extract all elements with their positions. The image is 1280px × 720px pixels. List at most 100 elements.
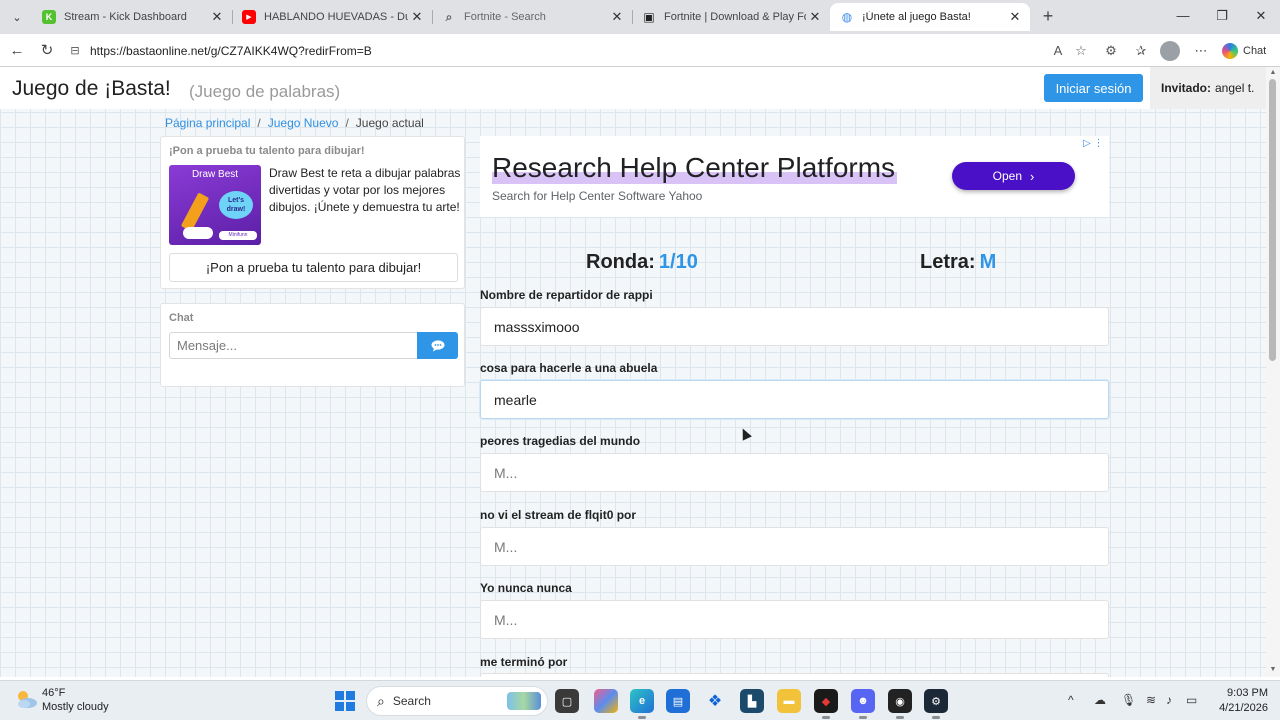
chat-message-input[interactable]: Mensaje... — [169, 332, 417, 359]
field-label-3: peores tragedias del mundo — [480, 434, 641, 448]
task-view-icon[interactable]: ▢ — [555, 689, 579, 713]
basta-favicon-icon: ◍ — [841, 10, 853, 24]
speech-bubble: Let's draw! — [219, 191, 253, 219]
field-label-1: Nombre de repartidor de rappi — [480, 288, 653, 302]
ad-subtitle: Search for Help Center Software Yahoo — [492, 189, 703, 203]
store-icon[interactable]: ▤ — [666, 689, 690, 713]
scrollbar-thumb[interactable] — [1269, 79, 1276, 361]
site-info-icon[interactable]: ⊟ — [64, 44, 86, 57]
chat-send-button[interactable] — [417, 332, 458, 359]
kick-favicon-icon: K — [42, 10, 56, 24]
address-bar[interactable]: ⊟ https://bastaonline.net/g/CZ7AIKK4WQ?r… — [64, 38, 1094, 63]
clock-date[interactable]: 4/21/2026 — [1212, 702, 1268, 714]
tab-basta-active[interactable]: ◍ ¡Únete al juego Basta! ✕ — [830, 3, 1030, 31]
maximize-icon[interactable]: ❐ — [1207, 6, 1237, 26]
tab-kick-dashboard[interactable]: K Stream - Kick Dashboard ✕ — [32, 3, 232, 31]
close-icon[interactable]: ✕ — [1006, 9, 1024, 25]
microphone-icon[interactable]: 🎙 — [1121, 693, 1136, 707]
chevron-up-icon[interactable]: ^ — [1068, 693, 1074, 707]
field-label-4: no vi el stream de flqit0 por — [480, 508, 637, 522]
page-scrollbar[interactable]: ▲ ▼ — [1266, 67, 1280, 677]
answer-input-3[interactable]: M... — [480, 453, 1109, 492]
weather-cloudy-icon[interactable] — [14, 688, 38, 710]
breadcrumb-home-link[interactable]: Página principal — [165, 116, 250, 130]
favorite-star-icon[interactable]: ☆ — [1071, 41, 1091, 61]
youtube-favicon-icon: ▶ — [242, 10, 256, 24]
brave-app-icon[interactable]: ◆ — [814, 689, 838, 719]
copilot-taskbar-icon[interactable] — [594, 689, 618, 713]
chevron-right-icon: › — [1030, 168, 1035, 184]
guest-user-box[interactable]: Invitado: angel t. — [1150, 67, 1266, 109]
dropbox-icon[interactable]: ❖ — [703, 689, 727, 713]
breadcrumb-current: Juego actual — [355, 116, 424, 130]
draw-best-thumbnail[interactable]: Draw Best Let's draw! Minifunn — [169, 165, 261, 245]
wifi-icon[interactable]: ≋ — [1146, 693, 1156, 707]
start-windows-icon[interactable] — [335, 691, 355, 711]
weather-temperature[interactable]: 46°F — [42, 687, 65, 699]
edge-browser-icon[interactable]: e — [630, 689, 654, 719]
tab-title: Stream - Kick Dashboard — [64, 11, 187, 23]
scroll-down-icon[interactable]: ▼ — [1268, 666, 1278, 674]
draw-promo-button[interactable]: ¡Pon a prueba tu talento para dibujar! — [169, 253, 458, 282]
close-icon[interactable]: ✕ — [608, 9, 626, 25]
answer-input-4[interactable]: M... — [480, 527, 1109, 566]
refresh-icon[interactable]: ↻ — [36, 40, 58, 62]
close-icon[interactable]: ✕ — [208, 9, 226, 25]
round-indicator: Ronda: 1/10 — [586, 251, 698, 274]
answer-input-6[interactable] — [480, 673, 1109, 677]
favorites-icon[interactable]: ✰ — [1131, 41, 1151, 61]
discord-icon[interactable]: ☻ — [851, 689, 875, 719]
site-header: Juego de ¡Basta! (Juego de palabras) Ini… — [0, 67, 1266, 109]
answer-input-1[interactable]: masssximooo — [480, 307, 1109, 346]
taskbar-search[interactable]: ⌕ Search — [366, 686, 548, 716]
read-aloud-icon[interactable]: A — [1048, 41, 1068, 61]
ad-choices-icon[interactable]: ▷ ⋮ — [1083, 138, 1103, 149]
tab-list-chevron-icon[interactable]: ⌄ — [6, 6, 28, 28]
close-icon[interactable]: ✕ — [806, 9, 824, 25]
onedrive-cloud-icon[interactable]: ☁ — [1094, 693, 1106, 707]
battery-icon[interactable]: ▭ — [1186, 693, 1197, 707]
round-value: 1/10 — [658, 251, 698, 273]
weather-condition[interactable]: Mostly cloudy — [42, 701, 109, 713]
url-text: https://bastaonline.net/g/CZ7AIKK4WQ?red… — [90, 43, 372, 58]
browser-tab-bar: ⌄ K Stream - Kick Dashboard ✕ ▶ HABLANDO… — [0, 0, 1280, 34]
ad-open-button[interactable]: Open › — [952, 162, 1075, 190]
volume-icon[interactable]: ♪ — [1166, 693, 1172, 707]
field-label-2: cosa para hacerle a una abuela — [480, 361, 658, 375]
scroll-up-icon[interactable]: ▲ — [1268, 69, 1278, 77]
extensions-icon[interactable]: ⚙ — [1101, 41, 1121, 61]
thumb-title: Draw Best — [191, 169, 239, 180]
obs-app-icon[interactable]: ◉ — [888, 689, 912, 719]
answer-input-2[interactable]: mearle — [480, 380, 1109, 419]
tab-fortnite-search[interactable]: ⌕ Fortnite - Search ✕ — [432, 3, 632, 31]
pencil-icon — [180, 192, 210, 232]
site-title[interactable]: Juego de ¡Basta! — [12, 77, 171, 101]
round-label: Ronda: — [586, 251, 655, 273]
minimize-icon[interactable]: — — [1168, 6, 1198, 26]
ad-open-label: Open — [992, 169, 1022, 183]
clock-time[interactable]: 9:03 PM — [1224, 687, 1268, 699]
new-tab-plus-icon[interactable]: + — [1038, 6, 1058, 26]
tab-youtube-video[interactable]: ▶ HABLANDO HUEVADAS - Duodéc ✕ — [232, 3, 432, 31]
windows-taskbar: 46°F Mostly cloudy ⌕ Search ▢ e ▤ ❖ ▙ ▬ … — [0, 680, 1280, 720]
window-close-icon[interactable]: ✕ — [1246, 6, 1276, 26]
breadcrumb-new-game-link[interactable]: Juego Nuevo — [268, 116, 339, 130]
guest-name: angel t. — [1215, 81, 1255, 95]
chat-header: Chat — [169, 312, 194, 324]
steam-icon[interactable]: ⚙ — [924, 689, 948, 719]
app-icon[interactable]: ▙ — [740, 689, 764, 713]
more-options-icon[interactable]: ⋯ — [1191, 41, 1211, 61]
tab-title: Fortnite - Search — [464, 11, 546, 23]
login-button[interactable]: Iniciar sesión — [1044, 74, 1143, 102]
file-explorer-icon[interactable]: ▬ — [777, 689, 801, 713]
tab-fortnite-download[interactable]: ▣ Fortnite | Download & Play For Fre ✕ — [632, 3, 830, 31]
copilot-chat-button[interactable]: Chat — [1222, 41, 1266, 61]
profile-avatar[interactable] — [1160, 41, 1180, 61]
chat-panel: Chat Mensaje... — [160, 303, 465, 387]
taskbar-search-label: Search — [392, 694, 431, 708]
ad-title[interactable]: Research Help Center Platforms — [492, 152, 898, 184]
back-arrow-icon[interactable]: ← — [6, 40, 28, 62]
ad-banner[interactable]: Research Help Center Platforms Search fo… — [480, 136, 1109, 217]
close-icon[interactable]: ✕ — [408, 9, 426, 25]
answer-input-5[interactable]: M... — [480, 600, 1109, 639]
